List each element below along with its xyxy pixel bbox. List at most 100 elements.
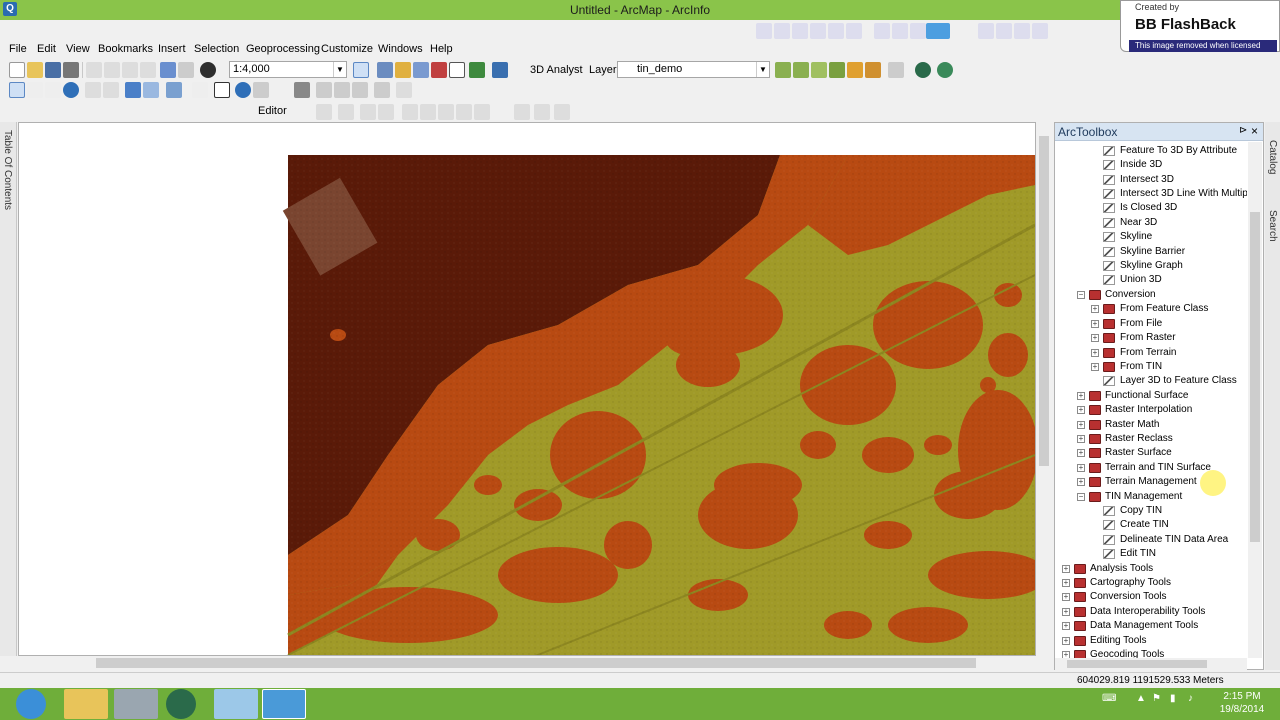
find-icon[interactable] (253, 82, 269, 98)
menu-help[interactable]: Help (430, 43, 453, 55)
color-swatch[interactable] (926, 23, 950, 39)
toolbar-button[interactable] (996, 23, 1012, 39)
toolbar-button[interactable] (874, 23, 890, 39)
expand-icon[interactable]: + (1062, 579, 1070, 587)
toolbar-button[interactable] (756, 23, 772, 39)
search-window-icon[interactable] (413, 62, 429, 78)
back-arrow-icon[interactable] (125, 82, 141, 98)
toolbar-button[interactable] (828, 23, 844, 39)
flag-icon[interactable]: ⚑ (1152, 693, 1161, 704)
system-clock[interactable]: 2:15 PM 19/8/2014 (1212, 690, 1272, 716)
expand-icon[interactable]: + (1077, 449, 1085, 457)
profile-graph-icon[interactable] (829, 62, 845, 78)
editor-menu[interactable]: Editor (258, 105, 287, 117)
internet-explorer-icon[interactable] (16, 689, 46, 719)
reshape-icon[interactable] (420, 104, 436, 120)
zoom-in-icon[interactable] (9, 82, 25, 98)
interpolate-point-icon[interactable] (865, 62, 881, 78)
select-elements-icon[interactable] (214, 82, 230, 98)
hyperlink-icon[interactable] (316, 82, 332, 98)
toolbar-button[interactable] (792, 23, 808, 39)
cut-icon[interactable] (86, 62, 102, 78)
toolbox-horizontal-scrollbar[interactable] (1055, 658, 1247, 670)
expand-icon[interactable]: + (1062, 608, 1070, 616)
expand-icon[interactable]: + (1062, 651, 1070, 658)
toolbar-button[interactable] (774, 23, 790, 39)
chart-icon[interactable] (888, 62, 904, 78)
toolbar-button[interactable] (892, 23, 908, 39)
arc-segment-icon[interactable] (378, 104, 394, 120)
toc-tab-label[interactable]: Table Of Contents (2, 130, 13, 210)
toc-strip[interactable]: Table Of Contents (0, 122, 17, 656)
menu-selection[interactable]: Selection (194, 43, 239, 55)
pin-icon[interactable]: ⊳ (1239, 125, 1247, 136)
network-icon[interactable]: ▮ (1170, 693, 1176, 704)
select-features-icon[interactable] (166, 82, 182, 98)
create-contours-icon[interactable] (775, 62, 791, 78)
copy-icon[interactable] (104, 62, 120, 78)
expand-icon[interactable]: + (1077, 435, 1085, 443)
expand-icon[interactable]: + (1062, 622, 1070, 630)
expand-icon[interactable]: + (1077, 421, 1085, 429)
expand-icon[interactable]: + (1062, 593, 1070, 601)
expand-icon[interactable]: + (1091, 349, 1099, 357)
expand-icon[interactable]: + (1077, 478, 1085, 486)
open-folder-icon[interactable] (27, 62, 43, 78)
edit-vertices-icon[interactable] (402, 104, 418, 120)
menu-bookmarks[interactable]: Bookmarks (98, 43, 153, 55)
forward-arrow-icon[interactable] (143, 82, 159, 98)
scrollbar-thumb[interactable] (1250, 212, 1260, 542)
expand-icon[interactable]: + (1062, 565, 1070, 573)
toolbar-button[interactable] (1014, 23, 1030, 39)
catalog-icon[interactable] (395, 62, 411, 78)
clear-selection-icon[interactable] (192, 82, 208, 98)
redo-icon[interactable] (178, 62, 194, 78)
pan-icon[interactable] (45, 82, 61, 98)
collapse-icon[interactable]: − (1077, 291, 1085, 299)
help-icon[interactable] (492, 62, 508, 78)
close-icon[interactable]: × (1251, 124, 1258, 138)
interpolate-line-icon[interactable] (847, 62, 863, 78)
chevron-down-icon[interactable]: ▼ (756, 62, 769, 77)
fixed-zoom-in-icon[interactable] (85, 82, 101, 98)
arcglobe-icon[interactable] (166, 689, 196, 719)
database-icon[interactable] (114, 689, 158, 719)
expand-icon[interactable]: + (1077, 464, 1085, 472)
add-data-icon[interactable] (200, 62, 216, 78)
toolbar-button[interactable] (1032, 23, 1048, 39)
python-icon[interactable] (449, 62, 465, 78)
keyboard-icon[interactable]: ⌨ (1102, 693, 1116, 704)
create-steepest-path-icon[interactable] (793, 62, 809, 78)
menu-insert[interactable]: Insert (158, 43, 186, 55)
go-to-xy-icon[interactable] (396, 82, 412, 98)
identify-icon[interactable] (235, 82, 251, 98)
toolbar-button[interactable] (846, 23, 862, 39)
menu-file[interactable]: File (9, 43, 27, 55)
notepad-icon[interactable] (214, 689, 258, 719)
tray-up-arrow-icon[interactable]: ▲ (1136, 693, 1146, 704)
globe-icon[interactable] (915, 62, 931, 78)
toolbar-button[interactable] (910, 23, 926, 39)
map-view[interactable] (18, 122, 1036, 656)
map-vertical-scrollbar[interactable] (1037, 122, 1051, 656)
expand-icon[interactable]: + (1091, 320, 1099, 328)
expand-icon[interactable]: + (1091, 334, 1099, 342)
html-popup-icon[interactable] (334, 82, 350, 98)
measure-icon[interactable] (294, 82, 310, 98)
expand-icon[interactable]: + (1077, 406, 1085, 414)
print-icon[interactable] (63, 62, 79, 78)
menu-edit[interactable]: Edit (37, 43, 56, 55)
time-slider-icon[interactable] (352, 82, 368, 98)
arcscene-icon[interactable] (937, 62, 953, 78)
scrollbar-thumb[interactable] (1039, 136, 1049, 466)
toolbox-vertical-scrollbar[interactable] (1248, 142, 1262, 658)
expand-icon[interactable]: + (1062, 637, 1070, 645)
expand-icon[interactable]: + (1091, 363, 1099, 371)
model-builder-icon[interactable] (469, 62, 485, 78)
chevron-down-icon[interactable]: ▼ (333, 62, 346, 77)
create-features-icon[interactable] (554, 104, 570, 120)
scrollbar-thumb[interactable] (1067, 660, 1207, 668)
map-horizontal-scrollbar[interactable] (18, 656, 1036, 670)
catalog-tab[interactable]: Catalog (1267, 140, 1278, 174)
file-explorer-icon[interactable] (64, 689, 108, 719)
